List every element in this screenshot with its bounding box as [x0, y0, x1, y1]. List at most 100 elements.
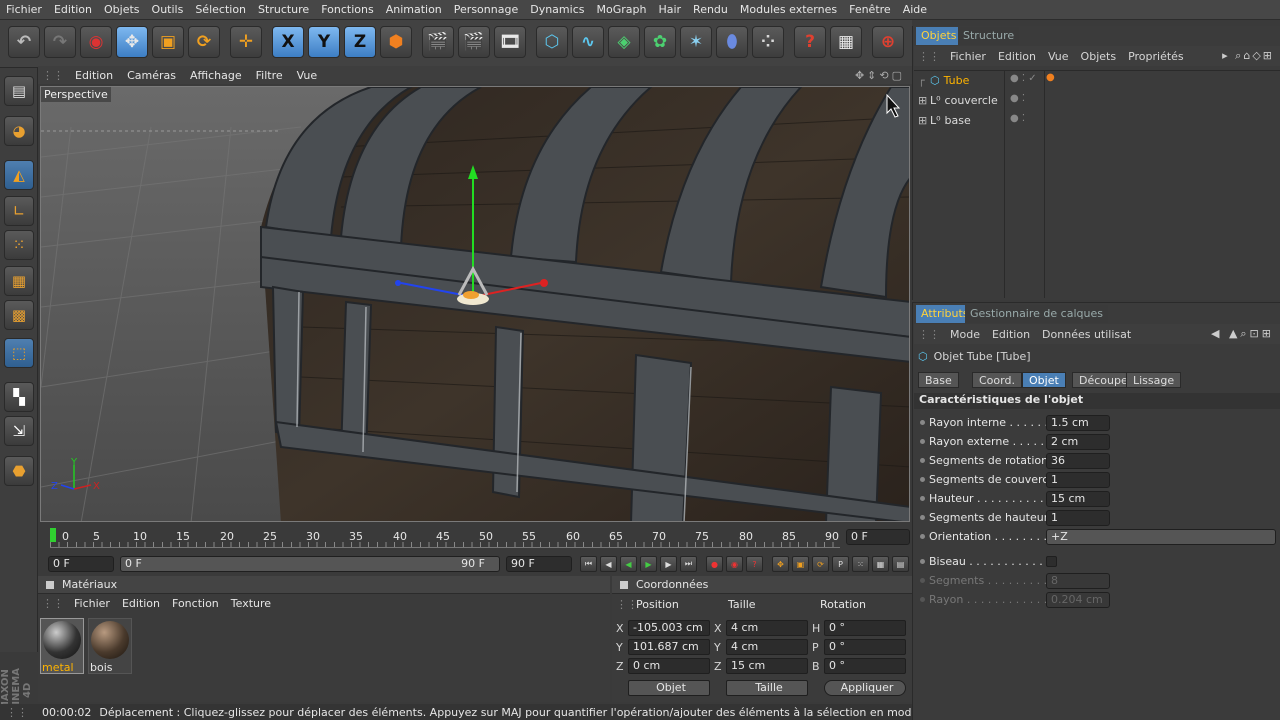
rotation-p-field[interactable]: 0 ° [824, 639, 906, 655]
object-row-tube[interactable]: ┌ ⬡ Tube [918, 70, 969, 90]
sculpt-icon[interactable]: ⬣ [4, 456, 34, 486]
om-menu-proprietes[interactable]: Propriétés [1122, 50, 1190, 63]
anim-dot-icon[interactable] [920, 496, 925, 501]
preview-range-slider[interactable]: 0 F 90 F [120, 556, 500, 572]
keyframe-selection-icon[interactable]: ? [746, 556, 763, 572]
height-field[interactable]: 15 cm [1046, 491, 1110, 507]
scheme-icon[interactable]: ▤ [892, 556, 909, 572]
timeline[interactable]: 0 5 10 15 20 25 30 35 40 45 50 55 60 65 … [40, 524, 912, 550]
prev-key-icon[interactable]: ◀ [600, 556, 617, 572]
menu-aide[interactable]: Aide [897, 3, 933, 16]
move-tool-icon[interactable]: ✥ [116, 26, 148, 58]
panel-toggle-icon[interactable] [620, 580, 628, 589]
render-settings-icon[interactable]: 🎞 [494, 26, 526, 58]
vp-menu-affichage[interactable]: Affichage [183, 69, 249, 82]
current-frame-field[interactable]: 0 F [846, 529, 910, 545]
bevel-radius-field[interactable]: 0.204 cm [1046, 592, 1110, 608]
rotate-tool-icon[interactable]: ⟳ [188, 26, 220, 58]
vp-menu-filtre[interactable]: Filtre [249, 69, 290, 82]
object-axis-icon[interactable]: ∟ [4, 196, 34, 226]
object-row-base[interactable]: ⊞ L⁰ base [918, 110, 971, 130]
rotation-h-field[interactable]: 0 ° [824, 620, 906, 636]
render-view-icon[interactable]: 🎬 [422, 26, 454, 58]
interpolation-icon[interactable]: ▦ [872, 556, 889, 572]
mat-menu-fonction[interactable]: Fonction [166, 597, 225, 610]
menu-objets[interactable]: Objets [98, 3, 146, 16]
rotation-b-field[interactable]: 0 ° [824, 658, 906, 674]
menu-mograph[interactable]: MoGraph [590, 3, 652, 16]
end-frame-field[interactable]: 90 F [506, 556, 572, 572]
key-pla-icon[interactable]: ⁙ [852, 556, 869, 572]
autokey-icon[interactable]: ◉ [726, 556, 743, 572]
mat-menu-texture[interactable]: Texture [225, 597, 277, 610]
om-menu-objets[interactable]: Objets [1075, 50, 1123, 63]
polygons-mode-icon[interactable]: ▩ [4, 300, 34, 330]
apply-button[interactable]: Appliquer [824, 680, 906, 696]
live-selection-icon[interactable]: ◉ [80, 26, 112, 58]
anim-dot-icon[interactable] [920, 534, 925, 539]
visibility-dots-icon[interactable]: ● ⁚ [1010, 93, 1025, 104]
spline-object-icon[interactable]: ∿ [572, 26, 604, 58]
tab-gestionnaire-calques[interactable]: Gestionnaire de calques [965, 305, 1108, 323]
layout-globe-icon[interactable]: ⊕ [872, 26, 904, 58]
am-menu-mode[interactable]: Mode [944, 328, 986, 341]
om-menu-vue[interactable]: Vue [1042, 50, 1075, 63]
height-segments-field[interactable]: 1 [1046, 510, 1110, 526]
panel-toggle-icon[interactable] [46, 580, 54, 589]
snap-icon[interactable]: ⇲ [4, 416, 34, 446]
menu-animation[interactable]: Animation [380, 3, 448, 16]
size-mode-dropdown[interactable]: Taille [726, 680, 808, 696]
om-menu-fichier[interactable]: Fichier [944, 50, 992, 63]
make-editable-icon[interactable]: ◕ [4, 116, 34, 146]
timeline-playhead[interactable] [50, 528, 56, 542]
go-to-start-icon[interactable]: ⏮ [580, 556, 597, 572]
mat-menu-fichier[interactable]: Fichier [68, 597, 116, 610]
material-swatch-bois[interactable]: bois [88, 618, 132, 674]
recent-tools-icon[interactable]: ✛ [230, 26, 262, 58]
anim-dot-icon[interactable] [920, 458, 925, 463]
redo-icon[interactable]: ↷ [44, 26, 76, 58]
outer-radius-field[interactable]: 2 cm [1046, 434, 1110, 450]
subtab-objet[interactable]: Objet [1022, 372, 1066, 388]
menu-fichier[interactable]: Fichier [0, 3, 48, 16]
bevel-segments-field[interactable]: 8 [1046, 573, 1110, 589]
y-axis-lock-button[interactable]: Y [308, 26, 340, 58]
menu-personnage[interactable]: Personnage [448, 3, 524, 16]
position-z-field[interactable]: 0 cm [628, 658, 710, 674]
expand-icon[interactable]: ⊞ [918, 114, 930, 127]
start-frame-field[interactable]: 0 F [48, 556, 114, 572]
subtab-coord[interactable]: Coord. [972, 372, 1022, 388]
next-key-icon[interactable]: ▶ [660, 556, 677, 572]
visibility-dots-icon[interactable]: ● ⁚ ✓ [1010, 73, 1037, 84]
array-object-icon[interactable]: ✿ [644, 26, 676, 58]
menu-fenetre[interactable]: Fenêtre [843, 3, 897, 16]
anim-dot-icon[interactable] [920, 515, 925, 520]
mat-menu-edition[interactable]: Edition [116, 597, 166, 610]
cap-segments-field[interactable]: 1 [1046, 472, 1110, 488]
menu-rendu[interactable]: Rendu [687, 3, 734, 16]
tab-objets[interactable]: Objets [916, 27, 962, 45]
key-position-icon[interactable]: ✥ [772, 556, 789, 572]
model-mode-icon[interactable]: ◭ [4, 160, 34, 190]
x-axis-lock-button[interactable]: X [272, 26, 304, 58]
menu-dynamics[interactable]: Dynamics [524, 3, 590, 16]
am-menu-donnees[interactable]: Données utilisat [1036, 328, 1137, 341]
menu-structure[interactable]: Structure [252, 3, 315, 16]
record-icon[interactable]: ● [706, 556, 723, 572]
size-z-field[interactable]: 15 cm [726, 658, 808, 674]
coord-mode-dropdown[interactable]: Objet [628, 680, 710, 696]
scale-tool-icon[interactable]: ▣ [152, 26, 184, 58]
subtab-lissage[interactable]: Lissage [1126, 372, 1182, 388]
menu-edition[interactable]: Edition [48, 3, 98, 16]
subtab-base[interactable]: Base [918, 372, 959, 388]
size-x-field[interactable]: 4 cm [726, 620, 808, 636]
position-x-field[interactable]: -105.003 cm [628, 620, 710, 636]
om-search-icons[interactable]: ▸ ⌕⌂◇⊞ [1222, 49, 1280, 63]
visibility-dots-icon[interactable]: ● ⁚ [1010, 113, 1025, 124]
render-picture-viewer-icon[interactable]: 🎬 [458, 26, 490, 58]
menu-outils[interactable]: Outils [146, 3, 190, 16]
key-scale-icon[interactable]: ▣ [792, 556, 809, 572]
edges-mode-icon[interactable]: ▦ [4, 266, 34, 296]
3d-viewport[interactable]: Y X Z [40, 86, 910, 522]
vp-menu-vue[interactable]: Vue [290, 69, 325, 82]
